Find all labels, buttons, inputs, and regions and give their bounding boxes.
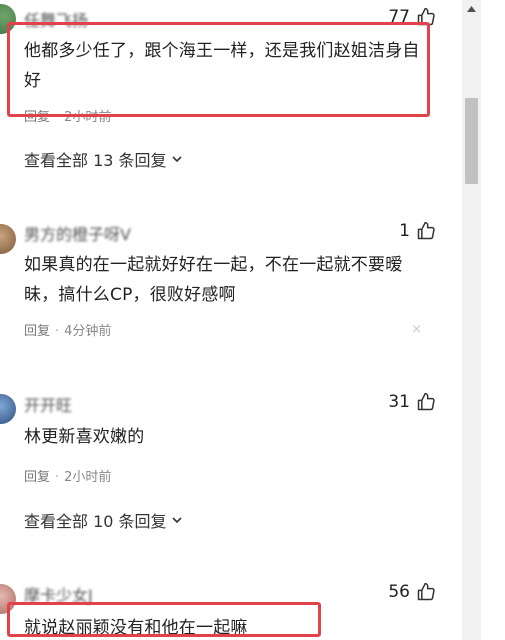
thumbs-up-icon	[417, 7, 435, 26]
reply-button[interactable]: 回复	[24, 324, 50, 339]
comment-text: 他都多少任了，跟个海王一样，还是我们赵姐洁身自好	[24, 41, 420, 91]
meta-separator: ·	[55, 470, 60, 485]
comment-meta: 回复 · 2小时前	[24, 466, 111, 485]
comment-item: 男方的橙子呀V 1 如果真的在一起就好好在一起，不在一起就不要暧昧，搞什么CP，…	[0, 212, 460, 352]
comment-item: 摩卡少女J 56 就说赵丽颖没有和他在一起嘛	[0, 570, 460, 640]
comment-time: 2小时前	[64, 470, 112, 485]
comment-time: 4分钟前	[64, 324, 112, 339]
comment-text: 就说赵丽颖没有和他在一起嘛	[24, 618, 248, 638]
scrollbar-thumb[interactable]	[465, 98, 478, 184]
meta-separator: ·	[55, 324, 60, 339]
meta-separator: ·	[55, 110, 60, 125]
avatar[interactable]	[0, 584, 16, 614]
vertical-scrollbar[interactable]	[462, 0, 481, 640]
comment-text: 林更新喜欢嫩的	[24, 427, 145, 447]
like-count: 31	[388, 392, 410, 412]
page-edge	[481, 0, 505, 640]
like-button[interactable]: 56	[388, 582, 436, 602]
view-all-replies-button[interactable]: 查看全部 10 条回复	[24, 508, 183, 532]
comment-username[interactable]: 摩卡少女J	[24, 582, 93, 606]
comment-meta: 回复 · 2小时前	[24, 106, 111, 125]
like-count: 1	[399, 221, 410, 241]
comment-item: 开开旺 31 林更新喜欢嫩的 回复 · 2小时前 查看全部 10 条回复	[0, 382, 460, 542]
view-all-replies-button[interactable]: 查看全部 13 条回复	[24, 147, 183, 171]
comment-feed: 任舞飞扬 77 他都多少任了，跟个海王一样，还是我们赵姐洁身自好 回复 · 2小时前…	[0, 0, 460, 640]
comment-username[interactable]: 男方的橙子呀V	[24, 221, 131, 245]
like-count: 56	[388, 582, 410, 602]
like-count: 77	[388, 7, 410, 27]
avatar[interactable]	[0, 394, 16, 424]
comment-time: 2小时前	[64, 110, 112, 125]
avatar[interactable]	[0, 4, 16, 34]
comment-meta: 回复 · 4分钟前	[24, 320, 111, 339]
view-all-replies-label: 查看全部 10 条回复	[24, 512, 167, 531]
reply-button[interactable]: 回复	[24, 110, 50, 125]
like-button[interactable]: 31	[388, 392, 436, 412]
dismiss-icon[interactable]: ×	[411, 322, 422, 337]
thumbs-up-icon	[417, 392, 435, 411]
view-all-replies-label: 查看全部 13 条回复	[24, 151, 167, 170]
caret-up-icon	[467, 5, 476, 12]
like-button[interactable]: 1	[399, 221, 436, 241]
scroll-up-button[interactable]	[462, 0, 481, 17]
comment-username[interactable]: 任舞飞扬	[24, 7, 88, 31]
comment-text: 如果真的在一起就好好在一起，不在一起就不要暧昧，搞什么CP，很败好感啊	[24, 255, 403, 305]
comment-item: 任舞飞扬 77 他都多少任了，跟个海王一样，还是我们赵姐洁身自好 回复 · 2小时前…	[0, 0, 460, 180]
chevron-down-icon	[171, 156, 182, 163]
reply-button[interactable]: 回复	[24, 470, 50, 485]
chevron-down-icon	[171, 517, 182, 524]
thumbs-up-icon	[417, 582, 435, 601]
avatar[interactable]	[0, 224, 16, 254]
comment-username[interactable]: 开开旺	[24, 392, 72, 416]
like-button[interactable]: 77	[388, 7, 436, 27]
thumbs-up-icon	[417, 221, 435, 240]
